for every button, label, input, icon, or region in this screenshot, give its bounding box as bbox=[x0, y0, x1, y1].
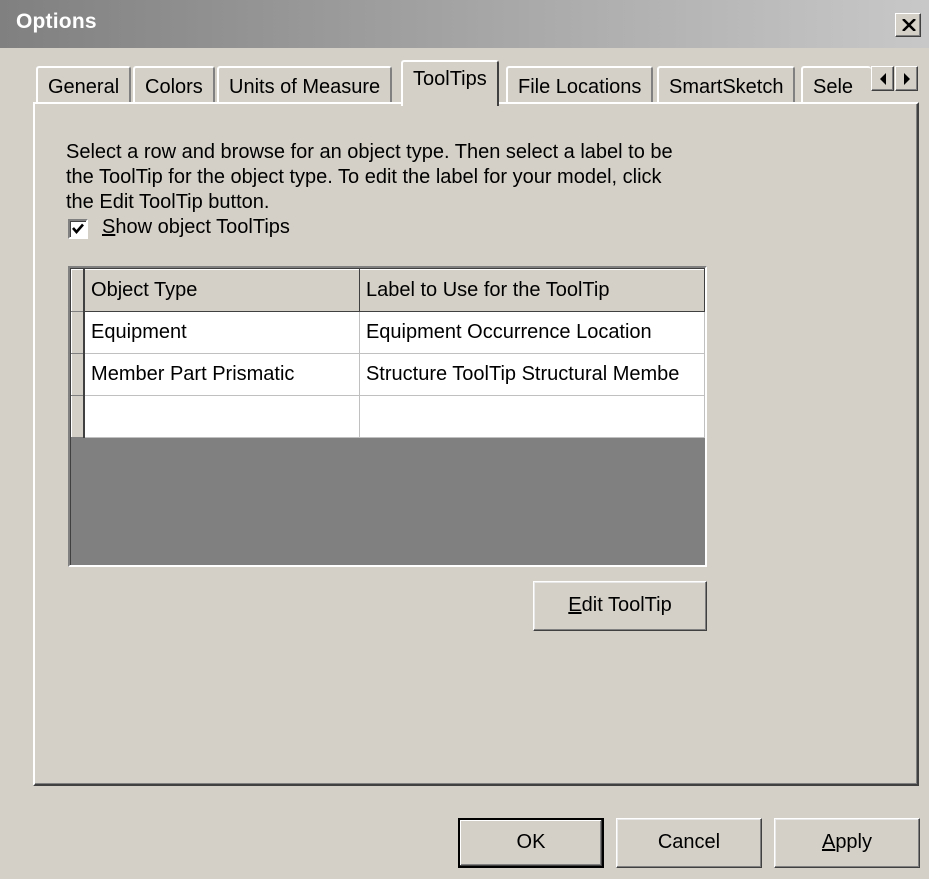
instructions-line: Select a row and browse for an object ty… bbox=[66, 141, 673, 163]
grid-cell[interactable]: Equipment bbox=[84, 311, 360, 354]
row-selector[interactable] bbox=[71, 395, 86, 438]
tab-selection[interactable]: Sele bbox=[801, 66, 871, 104]
tab-units-of-measure[interactable]: Units of Measure bbox=[217, 66, 393, 104]
instructions-line: the Edit ToolTip button. bbox=[66, 191, 270, 213]
grid-header-row: Object Type Label to Use for the ToolTip bbox=[71, 269, 705, 312]
button-label: dit ToolTip bbox=[581, 594, 672, 616]
tab-tooltips[interactable]: ToolTips bbox=[401, 60, 499, 106]
window-title: Options bbox=[16, 10, 97, 33]
table-row[interactable]: Equipment Equipment Occurrence Location bbox=[71, 311, 705, 354]
instructions-line: the ToolTip for the object type. To edit… bbox=[66, 166, 662, 188]
button-label: OK bbox=[516, 831, 546, 853]
column-header-label[interactable]: Label to Use for the ToolTip bbox=[358, 269, 705, 312]
button-label: pply bbox=[835, 831, 873, 853]
arrow-right-icon bbox=[904, 73, 910, 85]
close-button[interactable] bbox=[895, 13, 921, 37]
column-header-object-type[interactable]: Object Type bbox=[83, 269, 360, 312]
tab-label: Colors bbox=[145, 76, 203, 98]
tab-file-locations[interactable]: File Locations bbox=[506, 66, 654, 104]
grid-cell[interactable]: Member Part Prismatic bbox=[84, 353, 360, 396]
apply-button[interactable]: Apply bbox=[774, 818, 920, 868]
tab-label: Units of Measure bbox=[229, 76, 381, 98]
tab-general[interactable]: General bbox=[36, 66, 132, 104]
instructions-text: Select a row and browse for an object ty… bbox=[66, 140, 766, 215]
tab-scroll-right-button[interactable] bbox=[895, 66, 918, 91]
tab-label: File Locations bbox=[518, 76, 642, 98]
mnemonic-letter: E bbox=[568, 594, 582, 616]
tab-label: General bbox=[48, 76, 120, 98]
row-selector[interactable] bbox=[71, 311, 86, 354]
close-icon bbox=[902, 19, 916, 31]
tab-scroll-left-button[interactable] bbox=[871, 66, 894, 91]
checkmark-icon bbox=[72, 223, 84, 234]
grid-cell[interactable]: Structure ToolTip Structural Membe bbox=[359, 353, 705, 396]
grid-cell[interactable] bbox=[84, 395, 360, 438]
grid-cell[interactable]: Equipment Occurrence Location bbox=[359, 311, 705, 354]
tab-colors[interactable]: Colors bbox=[133, 66, 215, 104]
button-label: Cancel bbox=[657, 831, 721, 853]
tab-label: ToolTips bbox=[413, 68, 487, 90]
show-tooltips-checkbox[interactable] bbox=[68, 219, 88, 239]
ok-button[interactable]: OK bbox=[458, 818, 604, 868]
tooltips-table: Object Type Label to Use for the ToolTip… bbox=[71, 269, 705, 438]
title-bar: Options bbox=[0, 0, 929, 48]
edit-tooltip-button[interactable]: Edit ToolTip bbox=[533, 581, 707, 631]
table-row[interactable]: Member Part Prismatic Structure ToolTip … bbox=[71, 353, 705, 396]
tooltips-grid[interactable]: Object Type Label to Use for the ToolTip… bbox=[68, 266, 707, 567]
tab-smartsketch[interactable]: SmartSketch bbox=[657, 66, 796, 104]
mnemonic-letter: S bbox=[102, 216, 116, 238]
row-selector[interactable] bbox=[71, 353, 86, 396]
label-text: how object ToolTips bbox=[115, 216, 290, 238]
grid-cell[interactable] bbox=[359, 395, 705, 438]
table-row[interactable] bbox=[71, 395, 705, 438]
tab-label: SmartSketch bbox=[669, 76, 784, 98]
mnemonic-letter: A bbox=[821, 831, 836, 853]
tab-label: Sele bbox=[813, 76, 854, 98]
show-tooltips-label[interactable]: Show object ToolTips bbox=[102, 216, 290, 239]
arrow-left-icon bbox=[880, 73, 886, 85]
row-header-corner bbox=[71, 269, 86, 312]
cancel-button[interactable]: Cancel bbox=[616, 818, 762, 868]
